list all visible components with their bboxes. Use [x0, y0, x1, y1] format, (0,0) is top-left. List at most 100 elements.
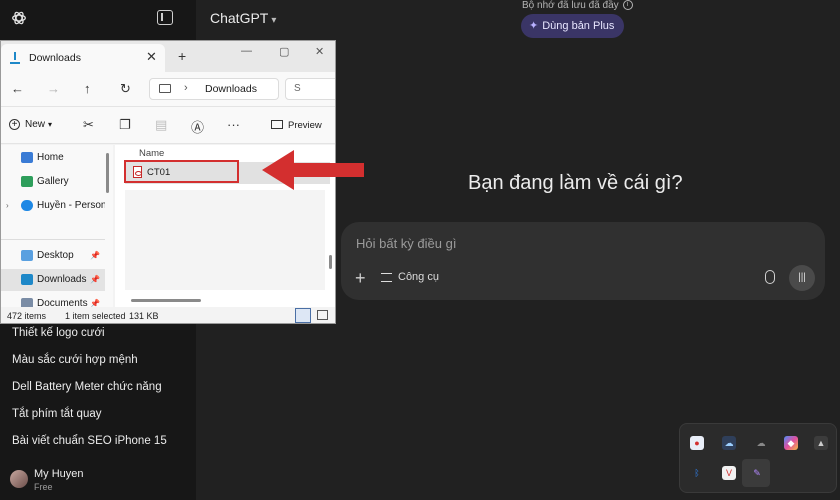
openai-logo-icon[interactable]: [10, 9, 28, 27]
user-name: My Huyen: [34, 468, 84, 480]
user-plan: Free: [34, 482, 53, 492]
prompt-composer[interactable]: Hỏi bất kỳ điều gì + Công cụ |||: [341, 222, 825, 300]
explorer-navigation-bar: ← → ↑ ↻ › Downloads S: [1, 72, 335, 106]
paste-icon[interactable]: ▤: [155, 117, 167, 133]
maximize-icon[interactable]: ▢: [279, 45, 289, 58]
nav-item-label: Gallery: [37, 176, 69, 187]
back-arrow-icon[interactable]: ←: [11, 81, 24, 96]
memory-note-text: Bộ nhớ đã lưu đã đầy: [522, 0, 619, 11]
prompt-input[interactable]: Hỏi bất kỳ điều gì: [356, 236, 456, 251]
microphone-icon[interactable]: [765, 270, 775, 284]
upgrade-plus-label: Dùng bản Plus: [542, 20, 615, 32]
attach-plus-icon[interactable]: +: [355, 268, 366, 289]
bluetooth-icon[interactable]: ᛒ: [690, 466, 704, 480]
chat-item[interactable]: Dell Battery Meter chức năng: [0, 374, 196, 401]
search-input[interactable]: S: [285, 78, 335, 100]
copy-icon[interactable]: ❐: [119, 117, 131, 133]
system-tray-overflow: ● ☁ ☁ ◆ ▲ ᛒ V ✎: [679, 423, 837, 493]
preview-label: Preview: [288, 120, 322, 131]
up-arrow-icon[interactable]: ↑: [84, 81, 91, 96]
nav-item-downloads[interactable]: Downloads 📌: [1, 269, 105, 291]
model-selector[interactable]: ChatGPT ▾: [210, 10, 276, 26]
page-headline: Bạn đang làm về cái gì?: [468, 172, 683, 194]
new-button[interactable]: + New ▾: [9, 119, 52, 130]
tray-drive-icon[interactable]: ▲: [814, 436, 828, 450]
cloud-icon: [21, 200, 33, 211]
nav-item-desktop[interactable]: Desktop 📌: [1, 245, 105, 267]
tab-downloads[interactable]: Downloads ✕: [1, 44, 165, 72]
nav-item-home[interactable]: Home: [1, 147, 105, 169]
forward-arrow-icon[interactable]: →: [47, 81, 60, 96]
close-tab-icon[interactable]: ✕: [146, 49, 157, 65]
chat-history-list: Thiết kế logo cưới Màu sắc cưới hợp mệnh…: [0, 320, 196, 455]
info-icon[interactable]: i: [622, 0, 633, 11]
home-icon: [21, 152, 33, 163]
tray-onedrive-icon[interactable]: ☁: [754, 436, 768, 450]
tray-feather-icon[interactable]: ✎: [750, 466, 764, 480]
pin-icon: 📌: [90, 251, 100, 260]
plus-circle-icon: +: [9, 119, 20, 130]
tab-label: Downloads: [29, 52, 81, 64]
desktop-icon: [21, 250, 33, 261]
red-arrow-annotation: [262, 150, 364, 190]
voice-mode-icon[interactable]: |||: [789, 265, 815, 291]
sparkle-icon: ✦: [529, 20, 539, 32]
cut-icon[interactable]: ✂: [83, 117, 94, 133]
preview-pane-icon: [271, 120, 283, 129]
selection-size: 131 KB: [129, 311, 159, 321]
gallery-icon: [21, 176, 33, 187]
rename-icon[interactable]: Ⓐ: [191, 117, 204, 136]
preview-button[interactable]: Preview: [271, 120, 322, 131]
status-bar: 472 items 1 item selected 131 KB: [1, 307, 335, 323]
address-bar[interactable]: › Downloads: [149, 78, 279, 100]
item-count: 472 items: [7, 311, 47, 321]
tray-cloud-icon[interactable]: ☁: [722, 436, 736, 450]
chat-item[interactable]: Màu sắc cưới hợp mệnh: [0, 347, 196, 374]
selection-count: 1 item selected: [65, 311, 126, 321]
vertical-scrollbar[interactable]: [329, 255, 332, 269]
refresh-icon[interactable]: ↻: [120, 81, 131, 97]
tools-button[interactable]: Công cụ: [381, 271, 439, 283]
details-view-icon[interactable]: [295, 308, 311, 323]
chevron-down-icon: ▾: [48, 120, 53, 129]
navigation-pane: Home Gallery ›Huyền - Personal Desktop📌 …: [1, 145, 113, 309]
upgrade-plus-button[interactable]: ✦ Dùng bản Plus: [521, 14, 625, 38]
horizontal-scrollbar[interactable]: [131, 299, 201, 302]
explorer-tab-bar: Downloads ✕ + — ▢ ✕: [1, 41, 335, 72]
user-profile[interactable]: My Huyen Free: [10, 466, 190, 494]
avatar: [10, 470, 28, 488]
tools-label: Công cụ: [398, 271, 439, 283]
nav-divider: [1, 239, 105, 240]
new-label: New: [25, 119, 46, 130]
chat-item[interactable]: Tắt phím tắt quay: [0, 401, 196, 428]
minimize-icon[interactable]: —: [241, 45, 252, 57]
new-tab-icon[interactable]: +: [178, 48, 186, 64]
nav-item-gallery[interactable]: Gallery: [1, 171, 105, 193]
pin-icon: 📌: [90, 275, 100, 284]
memory-full-notice: Bộ nhớ đã lưu đã đầy i: [522, 0, 633, 11]
tools-icon: [381, 272, 392, 282]
sidebar-toggle-icon[interactable]: [157, 10, 173, 25]
file-list-area: [125, 190, 325, 290]
app-title: ChatGPT: [210, 10, 269, 26]
file-highlight-annotation: [124, 160, 239, 183]
chevron-down-icon: ▾: [271, 15, 277, 26]
tiles-view-icon[interactable]: [317, 310, 328, 320]
chat-item[interactable]: Thiết kế logo cưới: [0, 320, 196, 347]
close-window-icon[interactable]: ✕: [315, 45, 324, 58]
chevron-right-icon[interactable]: ›: [6, 195, 9, 217]
nav-scrollbar[interactable]: [106, 153, 109, 193]
command-bar: + New ▾ ✂ ❐ ▤ Ⓐ ··· Preview: [1, 106, 335, 144]
nav-item-onedrive[interactable]: › Huyền - Personal: [1, 195, 105, 217]
column-header-name[interactable]: Name: [139, 148, 164, 159]
breadcrumb[interactable]: Downloads: [205, 83, 257, 95]
tray-app-icon[interactable]: ●: [690, 436, 704, 450]
nav-item-label: Home: [37, 152, 64, 163]
tray-copilot-icon[interactable]: ◆: [784, 436, 798, 450]
chat-item[interactable]: Bài viết chuẩn SEO iPhone 15: [0, 428, 196, 455]
this-pc-icon: [159, 84, 171, 93]
download-icon: [21, 274, 33, 285]
tray-vivaldi-icon[interactable]: V: [722, 466, 736, 480]
more-options-icon[interactable]: ···: [227, 117, 240, 132]
breadcrumb-chevron-icon: ›: [184, 82, 188, 94]
